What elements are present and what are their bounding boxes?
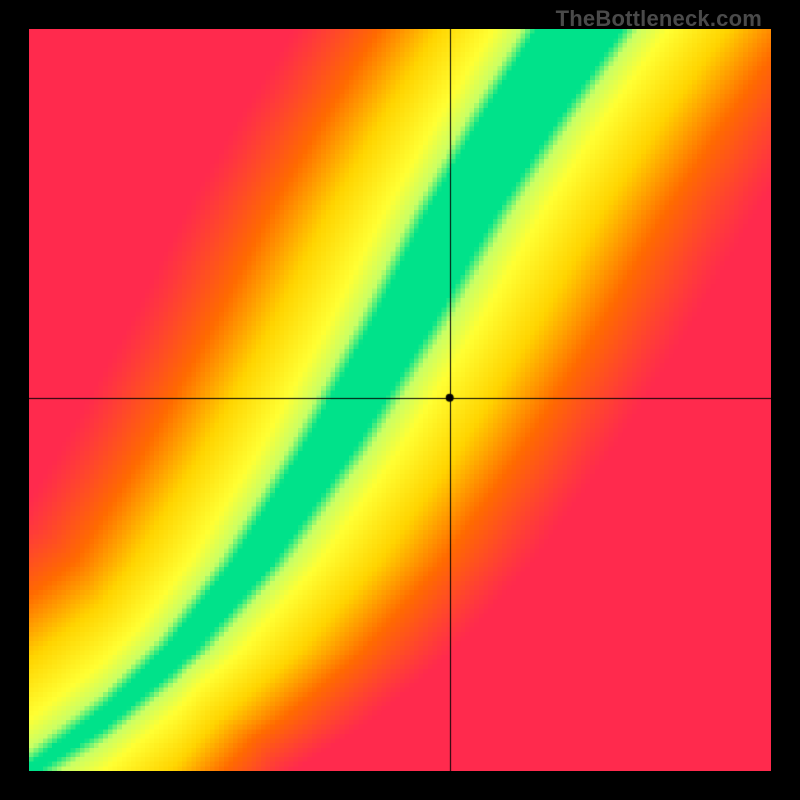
chart-container: TheBottleneck.com	[0, 0, 800, 800]
plot-frame	[29, 29, 771, 771]
crosshair-overlay	[29, 29, 771, 771]
watermark-text: TheBottleneck.com	[556, 6, 762, 32]
